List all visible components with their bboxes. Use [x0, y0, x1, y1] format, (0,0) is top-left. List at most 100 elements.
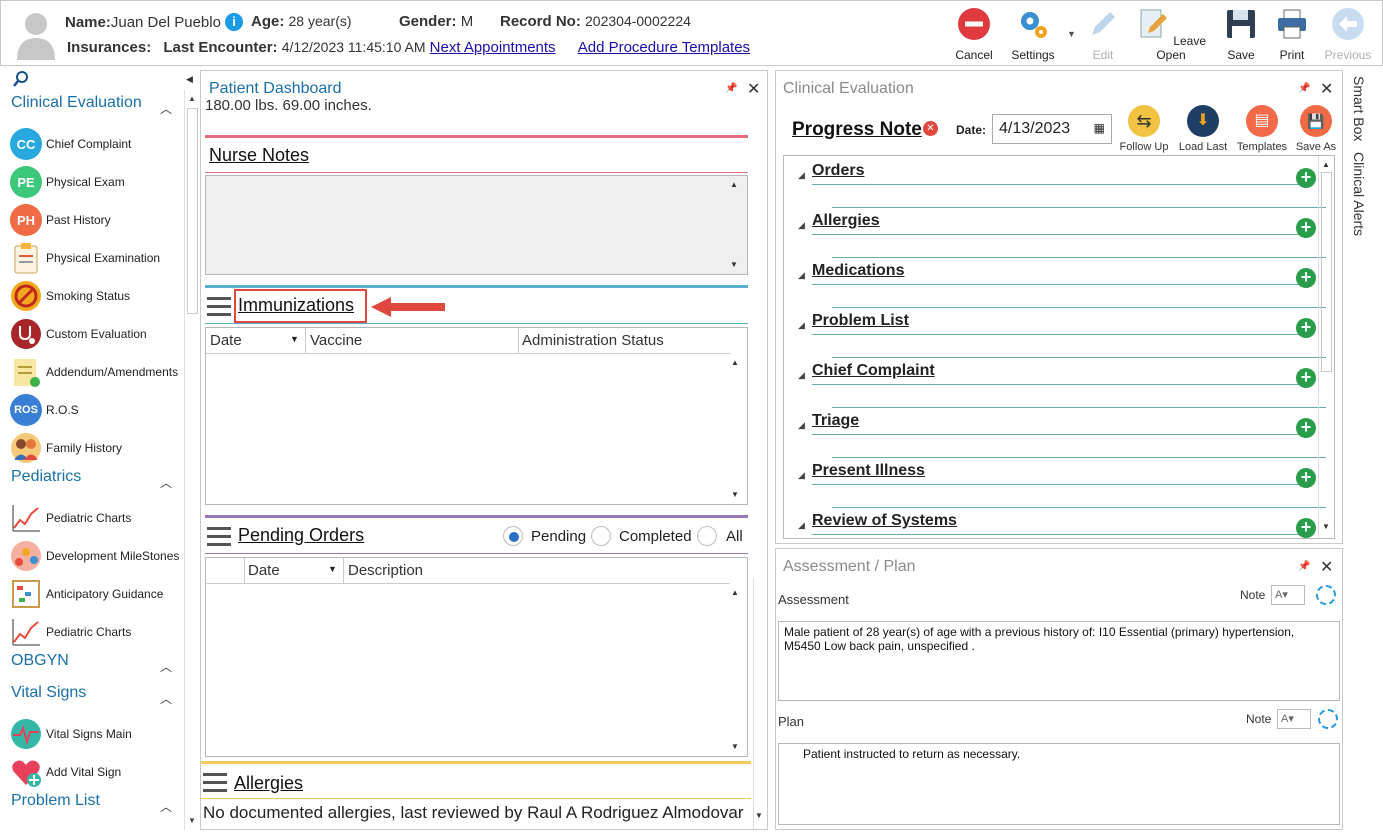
tab-smart-box[interactable]: Smart Box [1351, 76, 1367, 141]
collapse-clinical-icon[interactable]: ︿ [160, 100, 172, 117]
add-chief-complaint-icon[interactable]: + [1296, 368, 1316, 388]
column-header-date[interactable]: Date [210, 332, 242, 349]
section-medications[interactable]: ◢ Medications + [796, 262, 1326, 312]
next-appointments-link[interactable]: Next Appointments [430, 39, 556, 56]
sidebar-item-vital-signs-main[interactable]: Vital Signs Main [10, 716, 182, 752]
sidebar-item-pediatric-charts-2[interactable]: Pediatric Charts [10, 614, 182, 650]
section-triage[interactable]: ◢ Triage + [796, 412, 1326, 462]
section-clinical-evaluation[interactable]: Clinical Evaluation [11, 94, 142, 112]
radio-pending[interactable] [503, 526, 523, 546]
sidebar-item-development-milestones[interactable]: Development MileStones [10, 538, 182, 574]
sidebar-item-smoking-status[interactable]: Smoking Status [10, 278, 182, 314]
scroll-thumb[interactable] [1321, 172, 1332, 372]
sidebar-item-add-vital-sign[interactable]: Add Vital Sign [10, 754, 182, 790]
section-pediatrics[interactable]: Pediatrics [11, 468, 81, 486]
collapse-problem-list-icon[interactable]: ︿ [160, 798, 172, 815]
section-present-illness[interactable]: ◢ Present Illness + [796, 462, 1326, 512]
date-input[interactable]: 4/13/2023 ▦ [992, 114, 1112, 144]
section-name[interactable]: Medications [812, 262, 904, 280]
sidebar-scrollbar[interactable]: ▲ ▼ [184, 90, 200, 830]
save-button[interactable]: Save [1212, 5, 1270, 63]
close-icon[interactable]: ✕ [1320, 557, 1333, 577]
previous-button[interactable]: Previous [1319, 5, 1377, 63]
refresh-icon[interactable] [1318, 709, 1338, 729]
section-chief-complaint[interactable]: ◢ Chief Complaint + [796, 362, 1326, 412]
collapse-obgyn-icon[interactable]: ︿ [160, 658, 172, 675]
scroll-down-icon[interactable]: ▼ [1322, 522, 1338, 531]
nurse-notes-textarea[interactable]: ▲ ▼ [205, 175, 748, 275]
expand-icon[interactable]: ◢ [798, 170, 805, 181]
section-review-of-systems[interactable]: ◢ Review of Systems + [796, 512, 1316, 538]
expand-icon[interactable]: ◢ [798, 270, 805, 281]
allergies-title[interactable]: Allergies [234, 773, 303, 794]
expand-icon[interactable]: ◢ [798, 370, 805, 381]
leave-open-button[interactable]: Leave Open [1134, 5, 1208, 63]
section-name[interactable]: Orders [812, 162, 864, 180]
add-allergies-icon[interactable]: + [1296, 218, 1316, 238]
scroll-up-icon[interactable]: ▲ [188, 94, 196, 103]
scroll-down-icon[interactable]: ▼ [730, 260, 746, 269]
sort-dropdown-icon[interactable]: ▼ [290, 334, 299, 344]
settings-button[interactable]: Settings [1004, 5, 1062, 63]
scroll-up-icon[interactable]: ▲ [1322, 160, 1338, 169]
close-icon[interactable]: ✕ [747, 79, 760, 99]
add-problem-icon[interactable]: + [1296, 318, 1316, 338]
expand-icon[interactable]: ◢ [798, 320, 805, 331]
edit-button[interactable]: Edit [1074, 5, 1132, 63]
menu-icon[interactable] [203, 773, 227, 793]
expand-icon[interactable]: ◢ [798, 520, 805, 531]
sidebar-item-ros[interactable]: ROS R.O.S [10, 392, 182, 428]
search-icon[interactable] [12, 70, 30, 88]
templates-button[interactable]: ▤ Templates [1232, 105, 1292, 153]
sidebar-item-family-history[interactable]: Family History [10, 430, 182, 466]
scroll-thumb[interactable] [187, 108, 198, 314]
tab-clinical-alerts[interactable]: Clinical Alerts [1351, 152, 1367, 236]
section-obgyn[interactable]: OBGYN [11, 652, 69, 670]
assessment-textarea[interactable]: Male patient of 28 year(s) of age with a… [778, 621, 1340, 701]
info-icon[interactable]: i [225, 13, 244, 31]
sidebar-item-physical-examination[interactable]: Physical Examination [10, 240, 182, 276]
section-name[interactable]: Allergies [812, 212, 880, 230]
note-template-dropdown[interactable]: A▾ [1271, 585, 1305, 605]
sidebar-item-anticipatory-guidance[interactable]: Anticipatory Guidance [10, 576, 182, 612]
section-vital-signs[interactable]: Vital Signs [11, 684, 86, 702]
print-button[interactable]: Print [1263, 5, 1321, 63]
section-name[interactable]: Problem List [812, 312, 909, 330]
dashboard-scrollbar[interactable]: ▼ [753, 577, 767, 829]
add-present-illness-icon[interactable]: + [1296, 468, 1316, 488]
scroll-up-icon[interactable]: ▲ [731, 588, 747, 597]
calendar-icon[interactable]: ▦ [1094, 121, 1105, 135]
sections-scrollbar[interactable]: ▲ ▼ [1318, 156, 1334, 538]
add-orders-icon[interactable]: + [1296, 168, 1316, 188]
immunizations-title[interactable]: Immunizations [238, 295, 354, 316]
section-name[interactable]: Present Illness [812, 462, 925, 480]
pin-icon[interactable]: 📌 [1298, 561, 1310, 572]
remove-icon[interactable]: ✕ [923, 121, 938, 136]
column-header-date[interactable]: Date [248, 562, 280, 579]
save-as-button[interactable]: 💾 Save As [1286, 105, 1346, 153]
close-icon[interactable]: ✕ [1320, 79, 1333, 99]
refresh-icon[interactable] [1316, 585, 1336, 605]
sidebar-item-past-history[interactable]: PH Past History [10, 202, 182, 238]
pending-orders-title[interactable]: Pending Orders [238, 525, 364, 546]
collapse-pediatrics-icon[interactable]: ︿ [160, 474, 172, 491]
expand-icon[interactable]: ◢ [798, 220, 805, 231]
sidebar-item-pediatric-charts[interactable]: Pediatric Charts [10, 500, 182, 536]
expand-icon[interactable]: ◢ [798, 470, 805, 481]
section-allergies[interactable]: ◢ Allergies + [796, 212, 1326, 262]
column-header-description[interactable]: Description [348, 562, 423, 579]
sidebar-item-chief-complaint[interactable]: CC Chief Complaint [10, 126, 182, 162]
section-problem-list[interactable]: Problem List [11, 792, 100, 810]
follow-up-button[interactable]: ⇆ Follow Up [1114, 105, 1174, 153]
cancel-button[interactable]: Cancel [945, 5, 1003, 63]
column-header-administration-status[interactable]: Administration Status [522, 332, 664, 349]
add-procedure-templates-link[interactable]: Add Procedure Templates [578, 39, 750, 56]
section-problem-list[interactable]: ◢ Problem List + [796, 312, 1326, 362]
scroll-down-icon[interactable]: ▼ [731, 742, 747, 751]
menu-icon[interactable] [207, 297, 231, 317]
add-medications-icon[interactable]: + [1296, 268, 1316, 288]
load-last-button[interactable]: ⬇ Load Last [1173, 105, 1233, 153]
scroll-up-icon[interactable]: ▲ [731, 358, 747, 367]
nurse-notes-title[interactable]: Nurse Notes [209, 145, 309, 166]
collapse-vital-signs-icon[interactable]: ︿ [160, 690, 172, 707]
